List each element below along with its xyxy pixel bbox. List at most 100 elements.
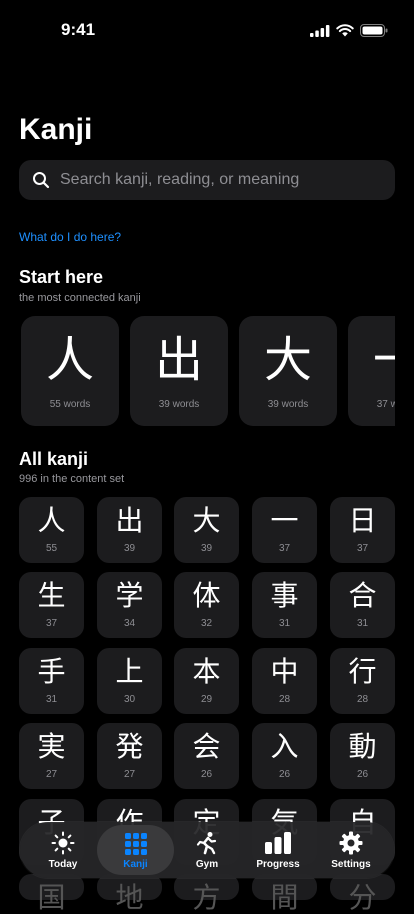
kanji-cell[interactable]: 生 37 — [19, 572, 84, 638]
kanji-char: 一 — [348, 332, 395, 388]
cellular-signal-icon — [310, 24, 330, 37]
kanji-cell[interactable]: 学 34 — [97, 572, 162, 638]
kanji-cell[interactable]: 動 26 — [330, 723, 395, 789]
kanji-char: 事 — [270, 579, 299, 612]
kanji-char: 一 — [270, 504, 299, 537]
tab-label: Settings — [331, 859, 371, 870]
status-time: 9:41 — [61, 20, 96, 39]
sun-icon — [51, 831, 75, 855]
kanji-count: 31 — [278, 618, 291, 629]
kanji-char: 国 — [37, 881, 66, 914]
kanji-cell[interactable]: 合 31 — [330, 572, 395, 638]
kanji-count: 28 — [356, 694, 369, 705]
kanji-count: 27 — [45, 769, 58, 780]
kanji-cell[interactable]: 本 29 — [174, 648, 239, 714]
kanji-count: 32 — [200, 618, 213, 629]
kanji-cell[interactable]: 実 27 — [19, 723, 84, 789]
kanji-count: 37 — [356, 543, 369, 554]
kanji-char: 方 — [192, 881, 221, 914]
kanji-cell[interactable]: 発 27 — [97, 723, 162, 789]
kanji-count: 26 — [200, 769, 213, 780]
word-count: 39 words — [158, 399, 200, 410]
kanji-char: 中 — [270, 655, 299, 688]
kanji-char: 合 — [348, 579, 377, 612]
kanji-char: 出 — [154, 332, 203, 388]
status-bar: 9:41 — [0, 0, 414, 60]
kanji-char: 間 — [270, 881, 299, 914]
kanji-char: 分 — [348, 881, 377, 914]
kanji-cell[interactable]: 中 28 — [252, 648, 317, 714]
kanji-count: 39 — [200, 543, 213, 554]
start-kanji-card[interactable]: 大 39 words — [239, 316, 337, 426]
tab-label: Today — [48, 859, 78, 870]
page-title: Kanji — [19, 113, 93, 146]
kanji-cell[interactable]: 行 28 — [330, 648, 395, 714]
kanji-char: 実 — [37, 730, 66, 763]
kanji-char: 動 — [348, 730, 377, 763]
kanji-count: 27 — [123, 769, 136, 780]
kanji-count: 55 — [45, 543, 58, 554]
kanji-count: 26 — [356, 769, 369, 780]
kanji-cell[interactable]: 体 32 — [174, 572, 239, 638]
tab-progress[interactable]: Progress — [241, 822, 315, 878]
kanji-count: 30 — [123, 694, 136, 705]
search-icon — [33, 172, 50, 189]
start-here-carousel[interactable]: 人 55 words 出 39 words 大 39 words 一 37 wo… — [19, 316, 395, 426]
kanji-char: 会 — [192, 730, 221, 763]
tab-today[interactable]: Today — [26, 822, 100, 878]
start-kanji-card[interactable]: 人 55 words — [21, 316, 119, 426]
wifi-icon — [336, 24, 354, 37]
start-here-subtitle: the most connected kanji — [19, 292, 141, 304]
tab-settings[interactable]: Settings — [314, 822, 388, 878]
kanji-count: 34 — [123, 618, 136, 629]
gear-icon — [339, 831, 363, 855]
kanji-char: 人 — [37, 504, 66, 537]
kanji-cell[interactable]: 人 55 — [19, 497, 84, 563]
status-icons — [310, 24, 388, 37]
tab-kanji[interactable]: Kanji — [97, 825, 174, 875]
kanji-cell[interactable]: 事 31 — [252, 572, 317, 638]
search-input[interactable] — [58, 170, 382, 190]
kanji-char: 上 — [115, 655, 144, 688]
kanji-count: 37 — [45, 618, 58, 629]
kanji-char: 本 — [192, 655, 221, 688]
kanji-char: 地 — [115, 881, 144, 914]
kanji-char: 大 — [192, 504, 221, 537]
tab-gym[interactable]: Gym — [170, 822, 244, 878]
kanji-cell[interactable]: 入 26 — [252, 723, 317, 789]
search-bar[interactable] — [19, 160, 395, 200]
start-kanji-card[interactable]: 一 37 words — [348, 316, 395, 426]
kanji-count: 26 — [278, 769, 291, 780]
kanji-char: 生 — [37, 579, 66, 612]
tab-label: Progress — [256, 859, 300, 870]
kanji-char: 入 — [270, 730, 299, 763]
kanji-cell[interactable]: 一 37 — [252, 497, 317, 563]
start-kanji-card[interactable]: 出 39 words — [130, 316, 228, 426]
kanji-cell[interactable]: 日 37 — [330, 497, 395, 563]
kanji-count: 37 — [278, 543, 291, 554]
word-count: 55 words — [49, 399, 91, 410]
kanji-char: 体 — [192, 579, 221, 612]
kanji-cell[interactable]: 会 26 — [174, 723, 239, 789]
word-count: 39 words — [267, 399, 309, 410]
all-kanji-title: All kanji — [19, 449, 89, 469]
kanji-count: 31 — [45, 694, 58, 705]
kanji-cell[interactable]: 手 31 — [19, 648, 84, 714]
kanji-char: 出 — [115, 504, 144, 537]
kanji-count: 39 — [123, 543, 136, 554]
runner-icon — [196, 832, 217, 855]
kanji-cell[interactable]: 上 30 — [97, 648, 162, 714]
start-here-title: Start here — [19, 267, 104, 287]
kanji-char: 行 — [348, 655, 377, 688]
battery-icon — [360, 24, 388, 37]
help-link[interactable]: What do I do here? — [19, 230, 121, 244]
kanji-count: 28 — [278, 694, 291, 705]
kanji-char: 人 — [45, 332, 94, 388]
kanji-count: 31 — [356, 618, 369, 629]
kanji-char: 大 — [263, 332, 312, 388]
kanji-cell[interactable]: 出 39 — [97, 497, 162, 563]
word-count: 37 words — [376, 399, 395, 410]
kanji-char: 学 — [115, 579, 144, 612]
tab-label: Gym — [195, 859, 219, 870]
kanji-cell[interactable]: 大 39 — [174, 497, 239, 563]
